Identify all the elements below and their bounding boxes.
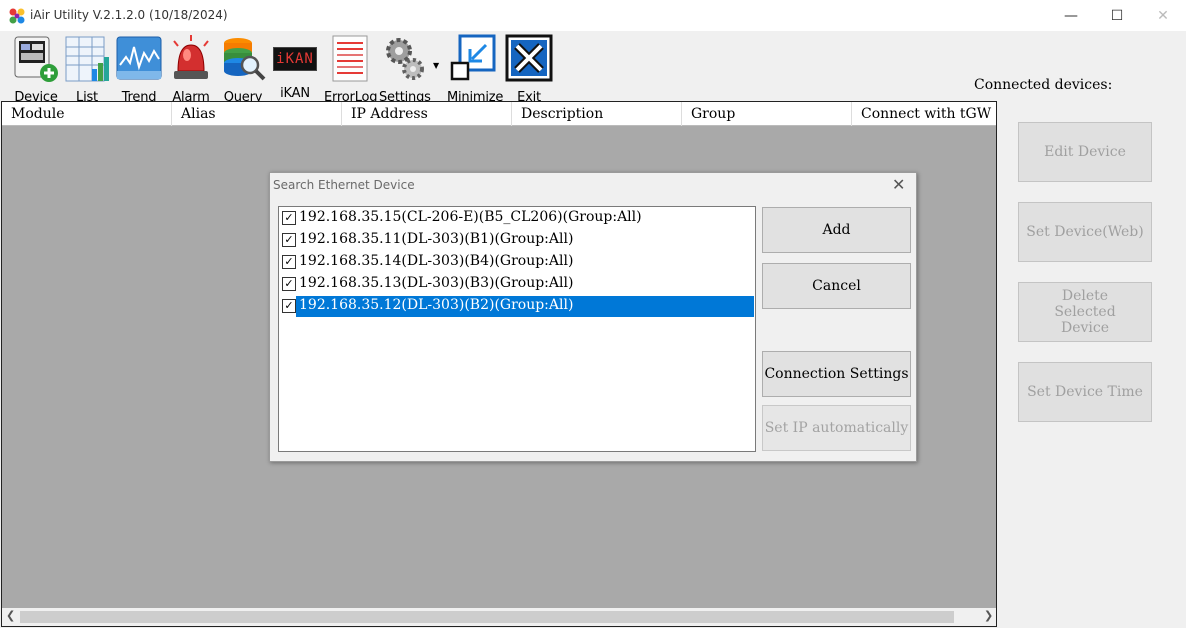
column-description[interactable]: Description bbox=[512, 102, 682, 126]
maximize-window-button[interactable]: ☐ bbox=[1094, 0, 1140, 31]
scroll-right-icon[interactable]: ❯ bbox=[984, 609, 993, 622]
list-item[interactable]: ✓ 192.168.35.14(DL-303)(B4)(Group:All) bbox=[279, 251, 755, 273]
toolbar-device-button[interactable]: Device bbox=[10, 33, 62, 105]
cancel-button[interactable]: Cancel bbox=[762, 263, 911, 309]
app-icon bbox=[9, 8, 25, 24]
list-item-label: 192.168.35.15(CL-206-E)(B5_CL206)(Group:… bbox=[299, 209, 642, 225]
checkbox-checked-icon[interactable]: ✓ bbox=[282, 233, 296, 247]
checkbox-checked-icon[interactable]: ✓ bbox=[282, 277, 296, 291]
checkbox-checked-icon[interactable]: ✓ bbox=[282, 211, 296, 225]
exit-icon bbox=[505, 34, 553, 82]
column-alias[interactable]: Alias bbox=[172, 102, 342, 126]
minimize-icon bbox=[450, 34, 496, 81]
dialog-close-icon[interactable]: ✕ bbox=[892, 175, 905, 194]
device-checklist[interactable]: ✓ 192.168.35.15(CL-206-E)(B5_CL206)(Grou… bbox=[278, 206, 756, 452]
close-icon: ✕ bbox=[1157, 7, 1169, 24]
checkbox-checked-icon[interactable]: ✓ bbox=[282, 299, 296, 313]
ikan-badge: iKAN bbox=[273, 47, 317, 71]
query-icon bbox=[224, 38, 266, 81]
checkbox-checked-icon[interactable]: ✓ bbox=[282, 255, 296, 269]
set-ip-automatically-button[interactable]: Set IP automatically bbox=[762, 405, 911, 451]
edit-device-button[interactable]: Edit Device bbox=[1018, 122, 1152, 182]
column-module[interactable]: Module bbox=[2, 102, 172, 126]
minimize-icon: — bbox=[1064, 7, 1078, 24]
scrollbar-thumb[interactable] bbox=[20, 611, 954, 623]
list-item[interactable]: ✓ 192.168.35.13(DL-303)(B3)(Group:All) bbox=[279, 273, 755, 295]
list-item-label: 192.168.35.14(DL-303)(B4)(Group:All) bbox=[299, 253, 574, 269]
toolbar-ikan-label: iKAN bbox=[280, 86, 310, 101]
window-title: iAir Utility V.2.1.2.0 (10/18/2024) bbox=[30, 8, 228, 22]
connection-settings-button[interactable]: Connection Settings bbox=[762, 351, 911, 397]
toolbar: Device List Trend Alarm Query iKAN iKAN … bbox=[0, 31, 1000, 105]
connected-devices-label: Connected devices: bbox=[974, 77, 1113, 93]
maximize-icon: ☐ bbox=[1110, 7, 1124, 24]
toolbar-list-button[interactable]: List bbox=[62, 33, 112, 105]
set-device-time-button[interactable]: Set Device Time bbox=[1018, 362, 1152, 422]
toolbar-minimize-button[interactable]: Minimize bbox=[447, 33, 503, 105]
toolbar-exit-button[interactable]: Exit bbox=[504, 33, 554, 105]
column-connect-with-tgw[interactable]: Connect with tGW bbox=[852, 102, 996, 126]
search-ethernet-device-dialog: Search Ethernet Device ✕ ✓ 192.168.35.15… bbox=[269, 172, 917, 462]
scroll-left-icon[interactable]: ❮ bbox=[6, 609, 15, 622]
list-item[interactable]: ✓ 192.168.35.15(CL-206-E)(B5_CL206)(Grou… bbox=[279, 207, 755, 229]
ikan-icon: iKAN bbox=[270, 33, 320, 85]
toolbar-ikan-button[interactable]: iKAN iKAN bbox=[270, 33, 320, 101]
list-item-label: 192.168.35.12(DL-303)(B2)(Group:All) bbox=[296, 296, 754, 317]
toolbar-alarm-button[interactable]: Alarm bbox=[166, 33, 216, 105]
trend-icon bbox=[116, 36, 162, 80]
column-group[interactable]: Group bbox=[682, 102, 852, 126]
device-add-icon bbox=[14, 36, 58, 82]
list-item-label: 192.168.35.13(DL-303)(B3)(Group:All) bbox=[299, 275, 574, 291]
delete-selected-device-button[interactable]: Delete Selected Device bbox=[1018, 282, 1152, 342]
add-button[interactable]: Add bbox=[762, 207, 911, 253]
grid-header: Module Alias IP Address Description Grou… bbox=[2, 102, 996, 126]
toolbar-settings-button[interactable]: Settings bbox=[379, 33, 431, 105]
list-item[interactable]: ✓ 192.168.35.11(DL-303)(B1)(Group:All) bbox=[279, 229, 755, 251]
column-ip-address[interactable]: IP Address bbox=[342, 102, 512, 126]
list-item-selected[interactable]: ✓ 192.168.35.12(DL-303)(B2)(Group:All) bbox=[279, 295, 755, 317]
list-icon bbox=[65, 36, 109, 82]
close-window-button[interactable]: ✕ bbox=[1140, 0, 1186, 31]
minimize-window-button[interactable]: — bbox=[1048, 0, 1094, 31]
set-device-web-button[interactable]: Set Device(Web) bbox=[1018, 202, 1152, 262]
settings-icon bbox=[386, 38, 424, 80]
dialog-title: Search Ethernet Device bbox=[273, 178, 415, 192]
title-bar: iAir Utility V.2.1.2.0 (10/18/2024) — ☐ … bbox=[0, 0, 1186, 31]
toolbar-errorlog-button[interactable]: ErrorLog bbox=[324, 33, 378, 105]
toolbar-trend-button[interactable]: Trend bbox=[114, 33, 164, 105]
settings-dropdown-arrow[interactable]: ▼ bbox=[433, 61, 439, 70]
toolbar-query-button[interactable]: Query bbox=[218, 33, 268, 105]
horizontal-scrollbar[interactable]: ❮ ❯ bbox=[2, 608, 996, 626]
list-item-label: 192.168.35.11(DL-303)(B1)(Group:All) bbox=[299, 231, 574, 247]
errorlog-icon bbox=[332, 35, 368, 82]
alarm-icon bbox=[173, 35, 209, 79]
